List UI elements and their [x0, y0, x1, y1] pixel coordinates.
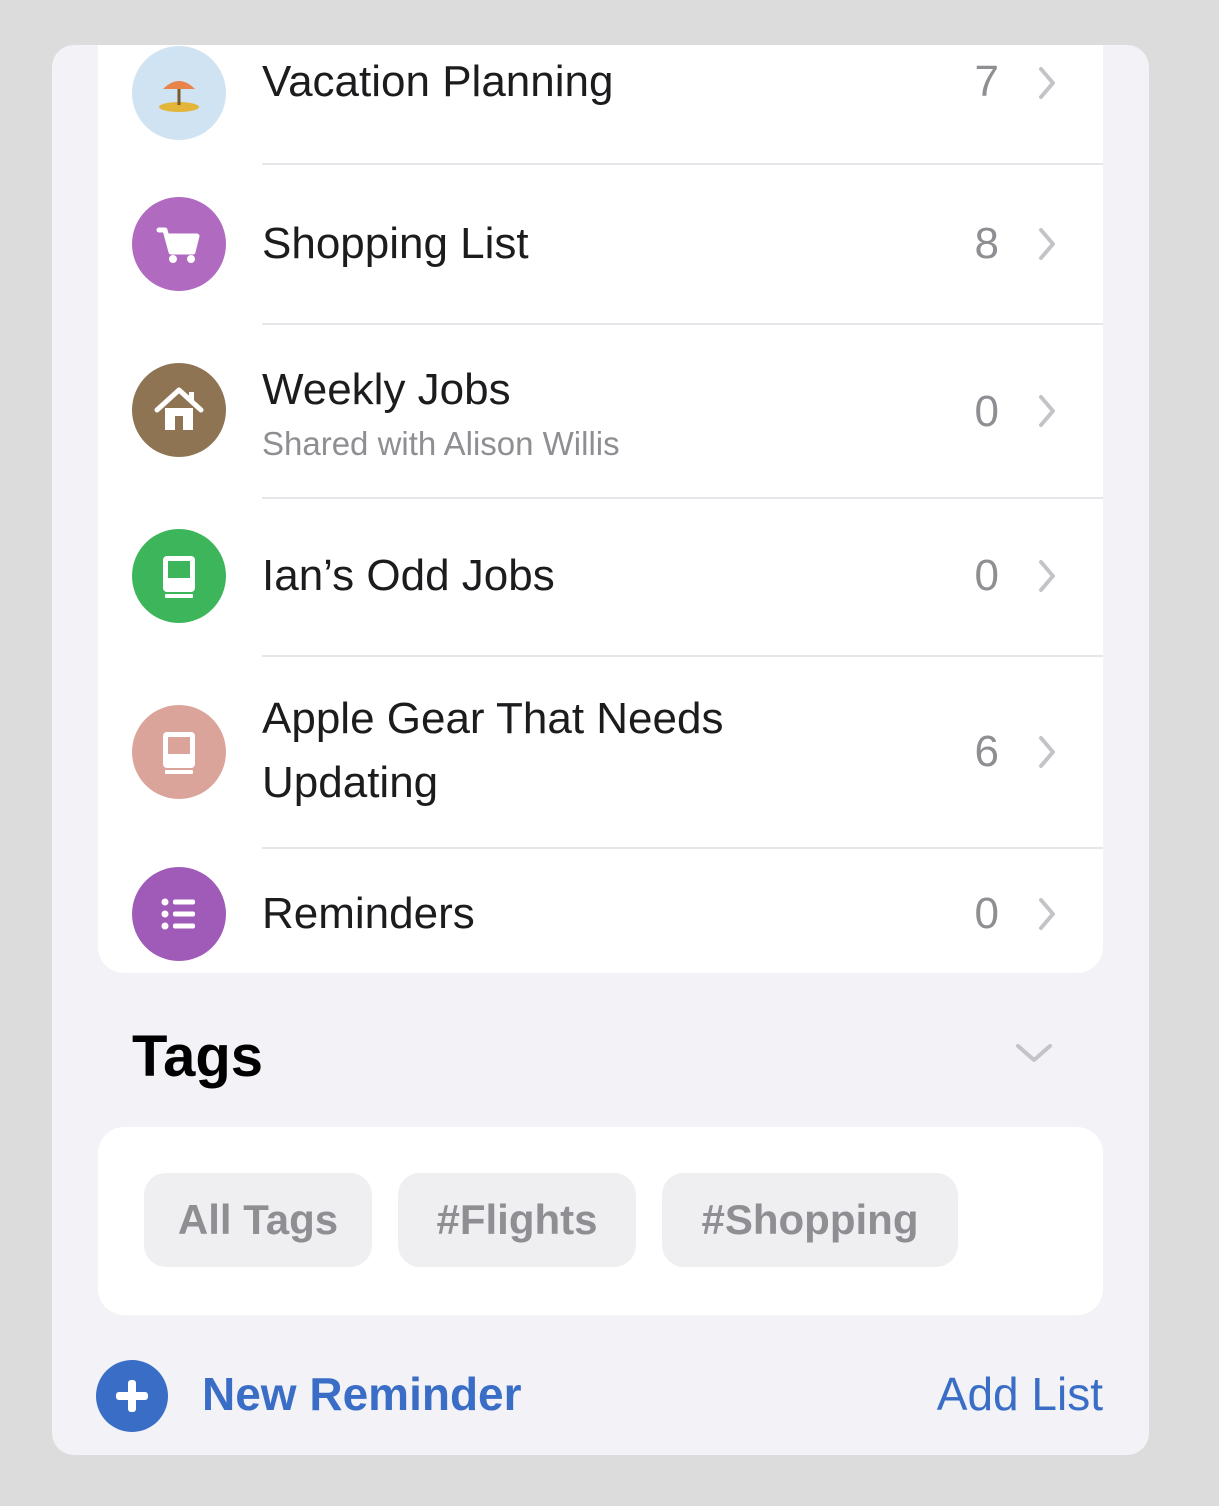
new-reminder-button[interactable]: New Reminder — [202, 1367, 522, 1421]
list-icon-reminders — [132, 867, 226, 961]
computer-icon — [163, 732, 195, 774]
list-bullets-icon — [161, 898, 195, 930]
list-shared-subtitle: Shared with Alison Willis — [262, 425, 620, 462]
tag-chip-flights[interactable]: #Flights — [398, 1173, 636, 1267]
tags-card: All Tags #Flights #Shopping — [98, 1127, 1103, 1315]
plus-icon — [116, 1380, 148, 1412]
list-icon-apple-gear — [132, 705, 226, 799]
chevron-right-icon — [1039, 228, 1055, 260]
chevron-right-icon — [1039, 67, 1055, 99]
computer-icon — [163, 556, 195, 598]
list-row-shopping-list[interactable]: Shopping List 8 — [98, 165, 1103, 323]
list-count: 6 — [974, 727, 999, 776]
list-count: 7 — [974, 57, 999, 106]
add-list-button[interactable]: Add List — [937, 1367, 1103, 1421]
cart-icon — [156, 227, 200, 263]
chevron-right-icon — [1039, 395, 1055, 427]
list-icon-vacation-planning — [132, 46, 226, 140]
chevron-right-icon — [1039, 736, 1055, 768]
list-row-weekly-jobs[interactable]: Weekly Jobs Shared with Alison Willis 0 — [98, 325, 1103, 497]
chevron-right-icon — [1039, 898, 1055, 930]
list-title: Vacation Planning — [262, 57, 614, 106]
reminders-screen: Vacation Planning 7 Shopping List 8 Week… — [52, 45, 1149, 1455]
beach-umbrella-icon — [159, 81, 199, 112]
list-title: Shopping List — [262, 219, 529, 268]
list-row-apple-gear[interactable]: Apple Gear That Needs Updating 6 — [98, 657, 1103, 847]
list-row-vacation-planning[interactable]: Vacation Planning 7 — [98, 45, 1103, 163]
tag-chip-all-tags[interactable]: All Tags — [144, 1173, 372, 1267]
list-count: 0 — [974, 551, 999, 600]
list-title: Reminders — [262, 889, 475, 938]
house-icon — [154, 387, 204, 430]
list-row-ians-odd-jobs[interactable]: Ian’s Odd Jobs 0 — [98, 499, 1103, 655]
list-title: Weekly Jobs — [262, 365, 511, 414]
chevron-down-icon[interactable] — [1012, 1040, 1056, 1068]
list-count: 8 — [974, 219, 999, 268]
list-count: 0 — [974, 387, 999, 436]
list-count: 0 — [974, 889, 999, 938]
list-title: Ian’s Odd Jobs — [262, 551, 555, 600]
my-lists-card: Vacation Planning 7 Shopping List 8 Week… — [98, 45, 1103, 973]
list-icon-weekly-jobs — [132, 363, 226, 457]
new-reminder-plus-button[interactable] — [96, 1360, 168, 1432]
tag-chip-shopping[interactable]: #Shopping — [662, 1173, 958, 1267]
bottom-toolbar: New Reminder Add List — [52, 1355, 1149, 1445]
list-row-reminders[interactable]: Reminders 0 — [98, 849, 1103, 973]
tags-section-header: Tags — [132, 1024, 264, 1089]
list-icon-ians-odd-jobs — [132, 529, 226, 623]
chevron-right-icon — [1039, 560, 1055, 592]
list-icon-shopping-list — [132, 197, 226, 291]
list-title: Apple Gear That Needs Updating — [262, 694, 724, 807]
